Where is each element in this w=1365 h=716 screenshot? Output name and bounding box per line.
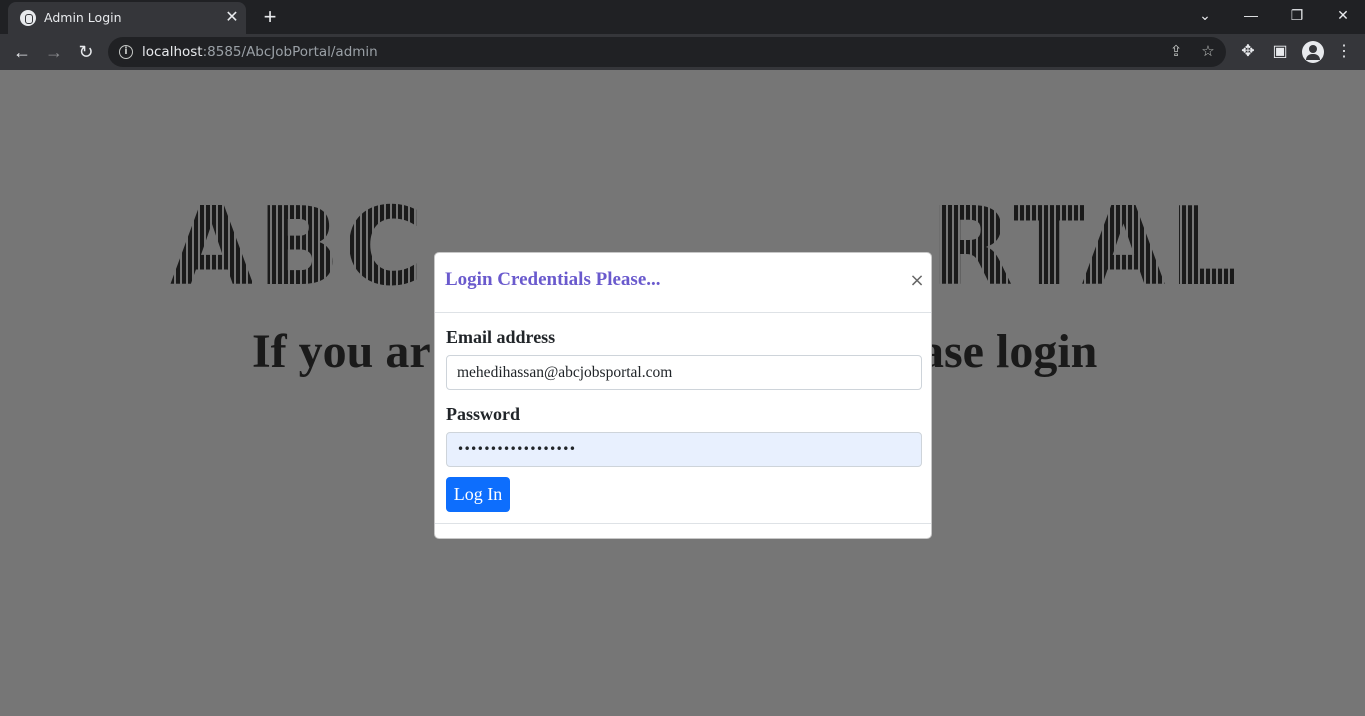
browser-toolbar: ← → ↻ i localhost:8585/AbcJobPortal/admi… bbox=[0, 34, 1365, 70]
profile-icon[interactable] bbox=[1302, 41, 1324, 63]
address-bar[interactable]: i localhost:8585/AbcJobPortal/admin ⇪ ☆ bbox=[108, 37, 1226, 67]
new-tab-icon[interactable]: + bbox=[258, 5, 282, 29]
tab-title: Admin Login bbox=[44, 10, 122, 25]
star-icon[interactable]: ☆ bbox=[1198, 42, 1218, 62]
forward-icon[interactable]: → bbox=[40, 38, 68, 66]
hero-right-text: RTAL bbox=[930, 185, 1242, 310]
subtitle-right: ase login bbox=[920, 325, 1098, 378]
side-panel-icon[interactable]: ▣ bbox=[1268, 40, 1292, 64]
modal-footer-divider bbox=[435, 523, 931, 524]
login-button[interactable]: Log In bbox=[446, 477, 510, 512]
tab-admin-login[interactable]: Admin Login ✕ bbox=[8, 2, 246, 34]
reload-icon[interactable]: ↻ bbox=[72, 38, 100, 66]
tab-strip: Admin Login ✕ + ⌄ — ❐ ✕ bbox=[0, 0, 1365, 34]
extensions-icon[interactable]: ✥ bbox=[1236, 40, 1260, 64]
subtitle-left: If you ar bbox=[252, 325, 431, 378]
modal-close-icon[interactable]: × bbox=[909, 272, 925, 290]
modal-header: Login Credentials Please... × bbox=[435, 253, 931, 313]
url-text: localhost:8585/AbcJobPortal/admin bbox=[142, 44, 378, 60]
restore-icon[interactable]: ❐ bbox=[1274, 0, 1320, 30]
site-info-icon[interactable]: i bbox=[119, 45, 133, 59]
password-field[interactable]: •••••••••••••••••• bbox=[446, 432, 922, 467]
share-icon[interactable]: ⇪ bbox=[1166, 42, 1186, 62]
back-icon[interactable]: ← bbox=[8, 38, 36, 66]
menu-icon[interactable]: ⋮ bbox=[1332, 40, 1356, 64]
password-label: Password bbox=[446, 404, 521, 424]
window-close-icon[interactable]: ✕ bbox=[1320, 0, 1365, 30]
modal-title: Login Credentials Please... bbox=[445, 269, 661, 290]
minimize-icon[interactable]: — bbox=[1228, 0, 1274, 30]
email-field[interactable]: mehedihassan@abcjobsportal.com bbox=[446, 355, 922, 390]
favicon-icon bbox=[20, 10, 36, 26]
url-host: localhost bbox=[142, 44, 203, 60]
tab-search-icon[interactable]: ⌄ bbox=[1182, 0, 1228, 30]
hero-left-text: ABC bbox=[170, 185, 428, 310]
login-modal: Login Credentials Please... × Email addr… bbox=[434, 252, 932, 539]
url-path: :8585/AbcJobPortal/admin bbox=[202, 44, 378, 60]
email-label: Email address bbox=[446, 327, 556, 347]
tab-close-icon[interactable]: ✕ bbox=[222, 8, 242, 28]
